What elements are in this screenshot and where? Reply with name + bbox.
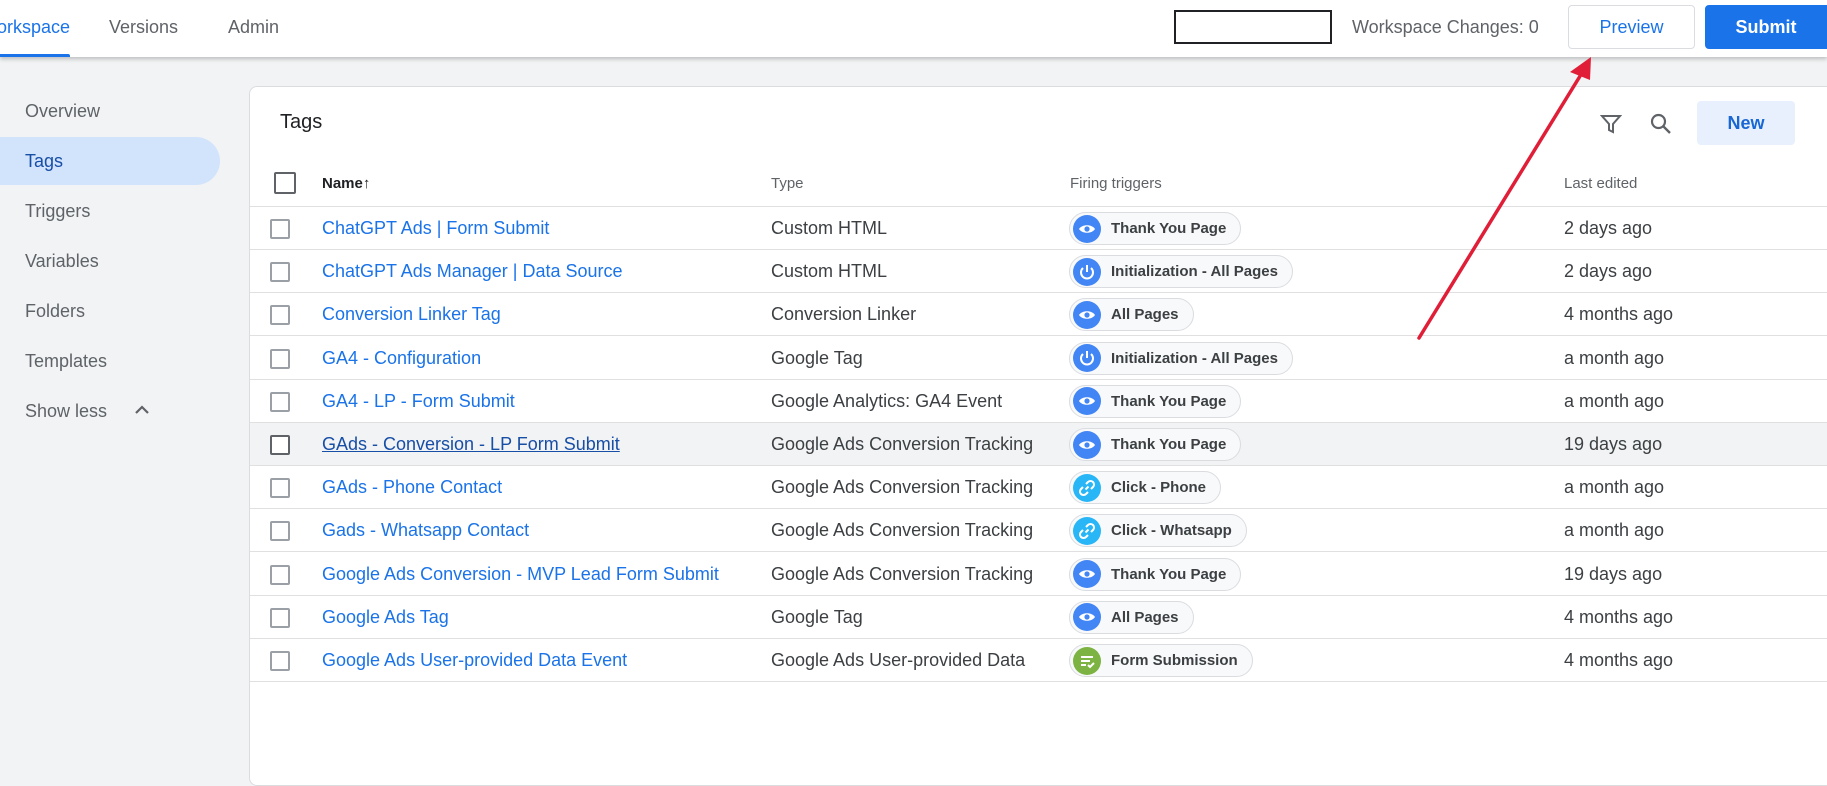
column-header-type[interactable]: Type <box>771 157 804 207</box>
trigger-chip-label: Form Submission <box>1111 652 1238 669</box>
search-icon[interactable] <box>1646 109 1676 139</box>
tag-name-link[interactable]: Google Ads User-provided Data Event <box>322 639 627 689</box>
trigger-chip-label: All Pages <box>1111 608 1179 626</box>
preview-button[interactable]: Preview <box>1568 5 1695 49</box>
eye-icon <box>1073 603 1101 632</box>
tag-type: Google Ads User-provided Data <box>771 650 1026 670</box>
table-row[interactable]: Conversion Linker Tag Conversion Linker Al… <box>250 293 1827 337</box>
column-header-name[interactable]: Name↑ <box>322 157 370 207</box>
row-checkbox[interactable] <box>270 521 290 542</box>
trigger-chip[interactable]: Initialization - All Pages <box>1069 255 1293 289</box>
table-row[interactable]: Gads - Whatsapp Contact Google Ads Conver… <box>250 509 1827 553</box>
filter-icon[interactable] <box>1596 109 1626 139</box>
trigger-chip-label: Thank You Page <box>1111 392 1227 410</box>
row-checkbox[interactable] <box>270 348 290 369</box>
form-icon <box>1073 646 1101 675</box>
trigger-chip[interactable]: Click - Whatsapp <box>1069 514 1247 548</box>
panel-title: Tags <box>280 111 323 133</box>
last-edited: 4 months ago <box>1564 650 1674 670</box>
table-row[interactable]: Google Ads Tag Google Tag All Pages 4 month… <box>250 596 1827 639</box>
trigger-chip[interactable]: All Pages <box>1069 298 1194 332</box>
sidebar-item-folders[interactable]: Folders <box>0 287 220 335</box>
workspace-changes-label: Workspace Changes: <box>1352 17 1524 37</box>
trigger-chip[interactable]: Thank You Page <box>1069 428 1242 461</box>
table-row[interactable]: GAds - Conversion - LP Form Submit Google… <box>250 423 1827 466</box>
trigger-chip-label: Click - Phone <box>1111 479 1207 497</box>
trigger-chip-label: Thank You Page <box>1111 436 1227 453</box>
sidebar: Overview Tags Triggers Variables Folders… <box>0 57 230 744</box>
trigger-chip-label: All Pages <box>1111 306 1179 324</box>
trigger-chip[interactable]: All Pages <box>1069 600 1194 634</box>
column-header-name-label: Name <box>322 175 363 192</box>
tab-versions[interactable]: Versions <box>109 0 178 57</box>
table-row[interactable]: GAds - Phone Contact Google Ads Conversio… <box>250 466 1827 510</box>
column-header-last-edited[interactable]: Last edited <box>1564 157 1637 207</box>
row-checkbox[interactable] <box>270 219 290 239</box>
link-icon <box>1073 473 1101 502</box>
row-checkbox[interactable] <box>270 564 290 585</box>
row-checkbox[interactable] <box>270 651 290 671</box>
row-checkbox[interactable] <box>270 262 290 283</box>
workspace-changes: Workspace Changes: 0 <box>1352 0 1539 57</box>
table-row[interactable]: Google Ads User-provided Data Event Googl… <box>250 639 1827 682</box>
power-icon <box>1073 257 1101 286</box>
table-row[interactable]: GA4 - LP - Form Submit Google Analytics: … <box>250 380 1827 423</box>
eye-icon <box>1073 387 1101 416</box>
sort-arrow-icon: ↑ <box>362 175 371 192</box>
trigger-chip[interactable]: Thank You Page <box>1069 557 1242 591</box>
select-all-checkbox[interactable] <box>274 172 296 194</box>
new-tag-button[interactable]: New <box>1697 101 1795 145</box>
table-row[interactable]: ChatGPT Ads Manager | Data Source Custom … <box>250 250 1827 294</box>
show-less-toggle[interactable]: Show less <box>0 387 220 435</box>
tab-workspace[interactable]: orkspace <box>0 0 71 57</box>
trigger-chip-label: Initialization - All Pages <box>1111 349 1278 367</box>
sidebar-item-triggers[interactable]: Triggers <box>0 187 220 235</box>
row-checkbox[interactable] <box>270 305 290 326</box>
chevron-up-icon <box>134 386 150 434</box>
trigger-chip[interactable]: Thank You Page <box>1069 384 1242 418</box>
tags-panel: Tags New Name↑ Type Firing triggers Last… <box>249 86 1827 786</box>
trigger-chip-label: Thank You Page <box>1111 220 1227 237</box>
workspace-name-box[interactable] <box>1174 10 1332 44</box>
trigger-chip[interactable]: Initialization - All Pages <box>1069 341 1293 375</box>
eye-icon <box>1073 300 1101 329</box>
tab-admin[interactable]: Admin <box>228 0 279 57</box>
table-row[interactable]: ChatGPT Ads | Form Submit Custom HTML Than… <box>250 207 1827 250</box>
sidebar-item-overview[interactable]: Overview <box>0 87 220 135</box>
show-less-label: Show less <box>25 401 108 421</box>
link-icon <box>1073 516 1101 545</box>
trigger-chip-label: Thank You Page <box>1111 565 1227 583</box>
power-icon <box>1073 344 1101 373</box>
trigger-chip-label: Click - Whatsapp <box>1111 522 1232 540</box>
table-row[interactable]: Google Ads Conversion - MVP Lead Form Su… <box>250 553 1827 596</box>
row-checkbox[interactable] <box>270 435 290 455</box>
row-checkbox[interactable] <box>270 391 290 412</box>
table-row[interactable]: GA4 - Configuration Google Tag Initializat… <box>250 337 1827 380</box>
row-checkbox[interactable] <box>270 478 290 499</box>
sidebar-item-tags[interactable]: Tags <box>0 137 220 185</box>
eye-icon <box>1073 430 1101 459</box>
table-header: Name↑ Type Firing triggers Last edited <box>250 157 1827 207</box>
eye-icon <box>1073 214 1101 243</box>
trigger-chip[interactable]: Form Submission <box>1069 644 1253 677</box>
trigger-chip-label: Initialization - All Pages <box>1111 263 1278 281</box>
column-header-triggers[interactable]: Firing triggers <box>1070 157 1162 207</box>
trigger-chip[interactable]: Click - Phone <box>1069 471 1222 505</box>
eye-icon <box>1073 560 1101 589</box>
trigger-chip[interactable]: Thank You Page <box>1069 212 1242 245</box>
submit-button[interactable]: Submit <box>1705 5 1827 49</box>
sidebar-item-variables[interactable]: Variables <box>0 237 220 285</box>
top-bar: orkspace Versions Admin Workspace Change… <box>0 0 1827 57</box>
workspace-changes-count: 0 <box>1528 17 1539 37</box>
sidebar-item-templates[interactable]: Templates <box>0 337 220 385</box>
row-checkbox[interactable] <box>270 607 290 628</box>
